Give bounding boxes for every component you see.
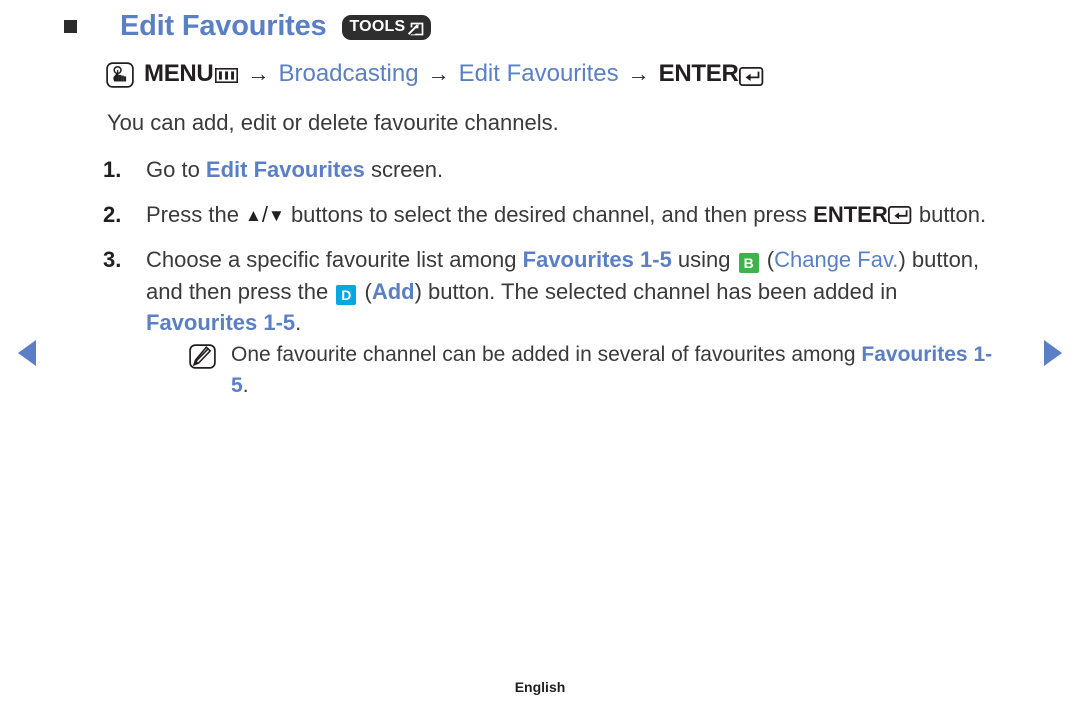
enter-label: ENTER: [813, 202, 888, 228]
step-keyword: Change Fav.: [774, 247, 899, 273]
manual-page: Edit Favourites TOOLS MENU → Broadcastin…: [0, 0, 1080, 705]
remote-key-b-badge: B: [738, 253, 759, 274]
next-page-arrow-icon[interactable]: [1044, 340, 1062, 366]
tools-badge: TOOLS: [341, 15, 432, 40]
step-number: 1.: [103, 157, 122, 182]
step-part: screen.: [364, 157, 444, 182]
step-keyword: Favourites 1-5: [522, 247, 672, 273]
note-part: One favourite channel can be added in se…: [231, 343, 862, 367]
step-text: Go to Edit Favourites screen.: [146, 154, 1003, 185]
arrow-down-icon: ▼: [268, 206, 285, 226]
step-part: (: [760, 247, 775, 273]
enter-return-key-icon: [887, 206, 913, 225]
step-text: Press the ▲/▼ buttons to select the desi…: [146, 199, 1003, 230]
step-part: ) button. The selected channel has been …: [414, 278, 898, 304]
steps-list: 1. Go to Edit Favourites screen. 2. Pres…: [103, 154, 1003, 415]
step-part: Go to: [146, 157, 206, 182]
menu-path-breadcrumb: MENU → Broadcasting → Edit Favourites → …: [106, 60, 765, 88]
step-part: Press the: [146, 202, 246, 228]
note-part: .: [242, 373, 249, 397]
hand-press-button-icon: [106, 62, 134, 88]
square-bullet-icon: [64, 20, 77, 33]
step-keyword: Edit Favourites: [205, 157, 365, 182]
footer-language: English: [514, 679, 566, 695]
arrow-out-of-box-icon: [407, 19, 424, 36]
step-number: 3.: [103, 247, 122, 273]
menu-path-item-broadcasting: Broadcasting: [278, 60, 419, 87]
enter-return-key-icon: [739, 66, 765, 86]
tools-badge-label: TOOLS: [349, 18, 406, 35]
note-pencil-icon: [189, 344, 216, 369]
path-separator-1: →: [247, 61, 270, 86]
list-item: 2. Press the ▲/▼ buttons to select the d…: [103, 199, 1003, 230]
note-text: One favourite channel can be added in se…: [231, 340, 1003, 401]
previous-page-arrow-icon[interactable]: [18, 340, 36, 366]
step-keyword: Favourites 1-5: [146, 309, 296, 335]
list-item: 3. Choose a specific favourite list amon…: [103, 244, 1003, 401]
step-part: (: [358, 278, 372, 304]
step-number: 2.: [103, 202, 122, 228]
path-separator-3: →: [627, 61, 650, 86]
menu-label: MENU: [144, 60, 214, 87]
menu-path-item-edit-favourites: Edit Favourites: [458, 60, 619, 87]
page-title-row: Edit Favourites TOOLS: [64, 10, 432, 42]
step-part: buttons to select the desired channel, a…: [284, 202, 814, 228]
intro-paragraph: You can add, edit or delete favourite ch…: [107, 110, 559, 135]
remote-key-d-badge: D: [336, 284, 357, 305]
path-separator-2: →: [427, 61, 450, 86]
step-part: button.: [912, 202, 987, 228]
list-item: 1. Go to Edit Favourites screen.: [103, 154, 1003, 185]
step-keyword: Add: [371, 278, 415, 304]
step-part: Choose a specific favourite list among: [146, 247, 523, 273]
menu-bars-icon: [215, 67, 239, 83]
step-part: .: [295, 309, 302, 335]
enter-label: ENTER: [658, 60, 739, 87]
arrow-up-icon: ▲: [245, 206, 262, 226]
note-block: One favourite channel can be added in se…: [189, 340, 1003, 401]
page-title: Edit Favourites: [120, 10, 327, 42]
step-text: Choose a specific favourite list among F…: [146, 244, 1003, 401]
step-part: using: [671, 247, 737, 273]
